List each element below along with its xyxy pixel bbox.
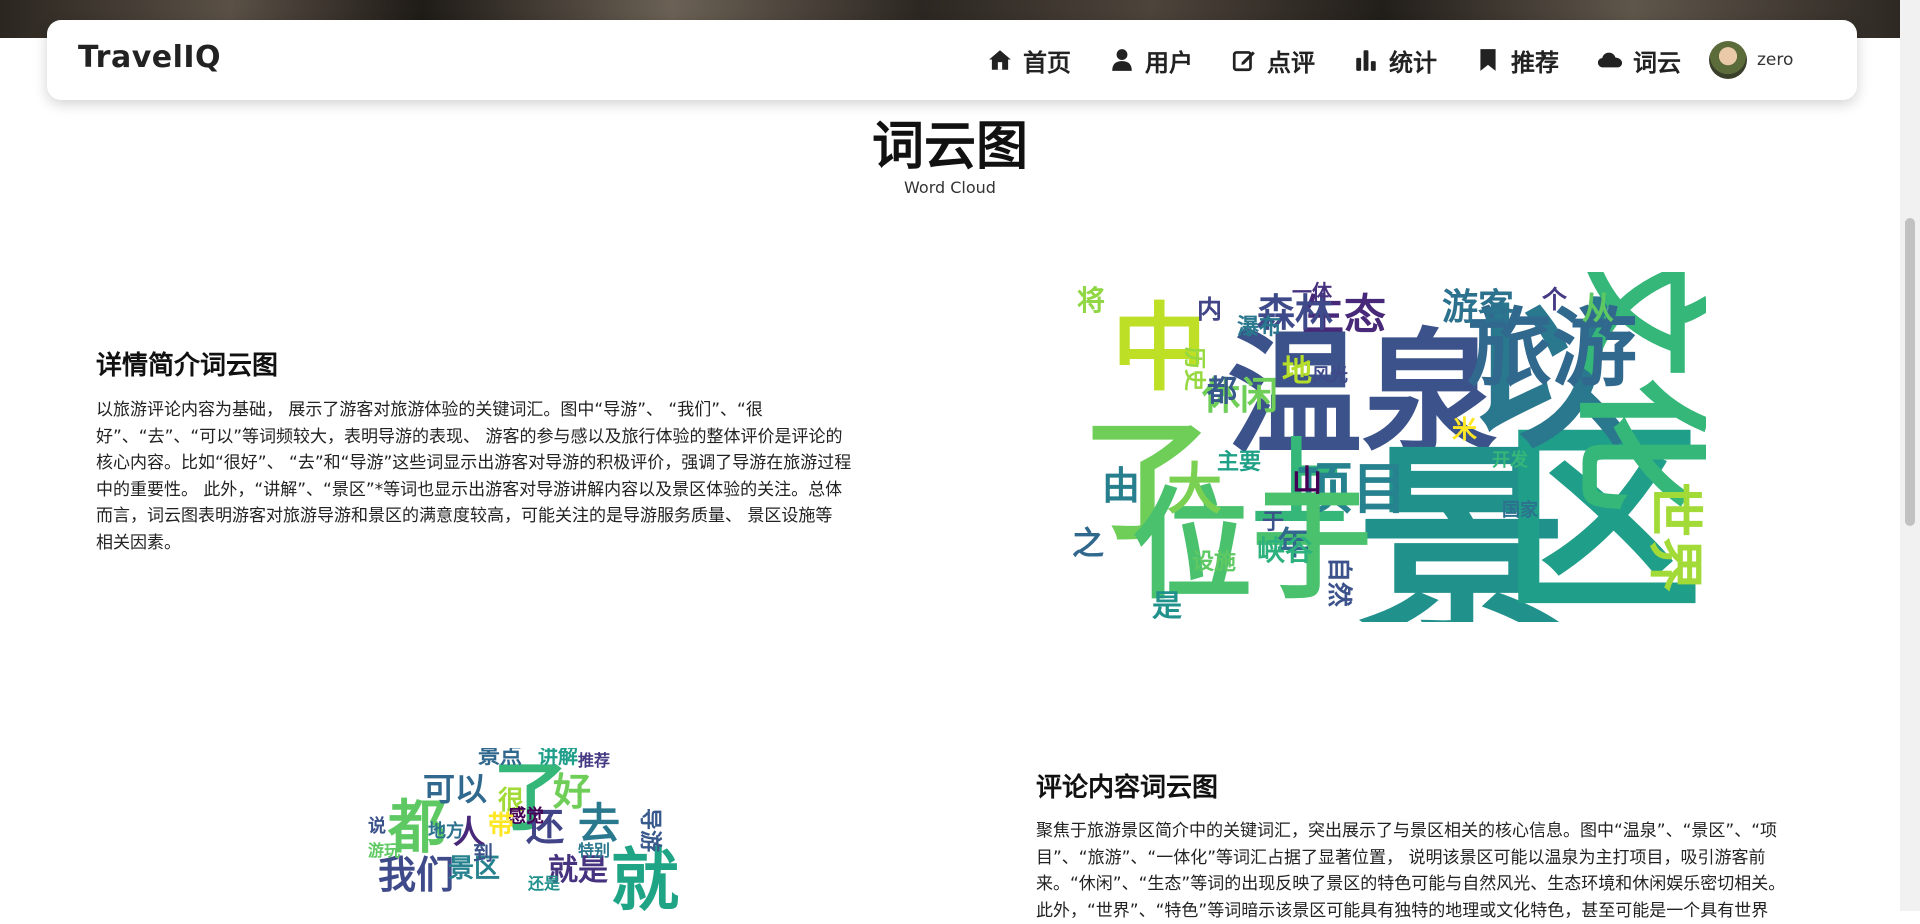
nav-item-label: 词云: [1633, 43, 1681, 78]
wordcloud-word: 从: [1582, 292, 1614, 324]
wordcloud-word: 特别: [578, 843, 610, 859]
wordcloud-word: 开发: [1492, 452, 1528, 470]
wordcloud-word: 都: [1207, 377, 1237, 407]
section-text-comments: 聚焦于旅游景区简介中的关键词汇，突出展示了与景区相关的核心信息。图中“温泉”、“…: [1036, 818, 1806, 924]
text-line: 中的重要性。 此外，“讲解”、“景区”*等词也显示出游客对导游讲解内容以及景区体…: [96, 477, 876, 504]
nav-item-recommend[interactable]: 推荐: [1475, 43, 1559, 78]
section-heading-details: 详情简介词云图: [96, 345, 278, 382]
text-line: 而言，词云图表明游客对旅游导游和景区的满意度较高，可能关注的是导游服务质量、 景…: [96, 503, 876, 530]
text-line: 相关因素。: [96, 530, 876, 557]
wordcloud-word: 自然: [1327, 557, 1352, 607]
wordcloud-word: 大: [1167, 462, 1222, 517]
nav-item-home[interactable]: 首页: [987, 43, 1071, 78]
wordcloud-word: 之: [1072, 527, 1104, 559]
text-line: 目”、“旅游”、“一体化”等词汇占据了显著位置， 说明该景区可能以温泉为主打项目…: [1036, 845, 1806, 872]
wordcloud-word: 游玩: [368, 843, 400, 859]
nav-menu: 首页 用户 点评 统计 推荐 词云 zero: [987, 20, 1793, 100]
wordcloud-word: 讲解: [538, 748, 578, 766]
edit-icon: [1231, 47, 1257, 73]
wordcloud-image-details: 温泉景区以文化中了上旅游项目位于大生态森林休闲游客都山年世界峡谷自然之由个从米内…: [1072, 272, 1706, 622]
chart-bar-icon: [1353, 47, 1379, 73]
nav-item-label: 统计: [1389, 43, 1437, 78]
wordcloud-word: 国家: [1502, 502, 1538, 520]
wordcloud-word: 瀑布: [1237, 317, 1281, 339]
wordcloud-word: 游客: [1442, 290, 1514, 326]
wordcloud-word: 去: [578, 803, 620, 845]
top-navbar: TravelIQ 首页 用户 点评 统计 推荐 词云 zero: [47, 20, 1857, 100]
wordcloud-word: 就: [611, 848, 679, 911]
wordcloud-word: 主要: [1217, 452, 1261, 474]
wordcloud-word: 米: [1452, 417, 1477, 442]
wordcloud-word: 峡谷: [1257, 537, 1313, 565]
wordcloud-word: 到: [473, 843, 493, 863]
wordcloud-word: 还是: [528, 876, 560, 892]
wordcloud-word: 是: [1152, 592, 1182, 622]
wordcloud-word: 风光: [1312, 367, 1348, 385]
text-line: 好”、“去”、“可以”等词频较大，表明导游的表现、 游客的参与感以及旅行体验的整…: [96, 424, 876, 451]
wordcloud-word: 一体: [1292, 282, 1332, 302]
section-heading-comments: 评论内容词云图: [1036, 767, 1218, 804]
wordcloud-word: 我们: [378, 856, 454, 894]
nav-item-label: 首页: [1023, 43, 1071, 78]
page-title: 词云图: [0, 104, 1900, 179]
section-text-details: 以旅游评论内容为基础， 展示了游客对旅游体验的关键词汇。图中“导游”、 “我们”…: [96, 397, 876, 556]
wordcloud-word: 地方: [428, 823, 464, 841]
wordcloud-word: 个: [1542, 287, 1567, 312]
wordcloud-word: 历史: [1182, 347, 1204, 391]
bookmark-icon: [1475, 47, 1501, 73]
wordcloud-word: 由: [1102, 467, 1140, 505]
brand-logo[interactable]: TravelIQ: [78, 40, 221, 75]
nav-item-label: 用户: [1145, 43, 1193, 78]
nav-item-statistics[interactable]: 统计: [1353, 43, 1437, 78]
wordcloud-word: 世界: [1647, 482, 1702, 592]
user-icon: [1109, 47, 1135, 73]
wordcloud-word: 山: [1292, 467, 1322, 497]
text-line: 核心内容。比如“很好”、 “去”和“导游”这些词显示出游客对导游的积极评价，强调…: [96, 450, 876, 477]
wordcloud-image-comments: 了就都我们可以好去还人景区就是景点讲解很到地方导游感觉游玩推荐特别带说还是: [368, 748, 703, 911]
wordcloud-word: 将: [1077, 287, 1105, 315]
wordcloud-word: 地: [1282, 357, 1312, 387]
wordcloud-word: 景点: [478, 748, 522, 768]
user-menu[interactable]: zero: [1709, 41, 1793, 79]
wordcloud-word: 带: [488, 813, 514, 839]
scrollbar-thumb[interactable]: [1905, 218, 1915, 526]
nav-item-label: 点评: [1267, 43, 1315, 78]
wordcloud-word: 设施: [1192, 552, 1236, 574]
avatar[interactable]: [1709, 41, 1747, 79]
text-line: 来。“休闲”、“生态”等词的出现反映了景区的特色可能与自然风光、生态环境和休闲娱…: [1036, 871, 1806, 898]
user-name: zero: [1757, 50, 1793, 70]
text-line: 聚焦于旅游景区简介中的关键词汇，突出展示了与景区相关的核心信息。图中“温泉”、“…: [1036, 818, 1806, 845]
text-line: 以旅游评论内容为基础， 展示了游客对旅游体验的关键词汇。图中“导游”、 “我们”…: [96, 397, 876, 424]
home-icon: [987, 47, 1013, 73]
nav-item-wordcloud[interactable]: 词云: [1597, 43, 1681, 78]
nav-item-users[interactable]: 用户: [1109, 43, 1193, 78]
nav-item-reviews[interactable]: 点评: [1231, 43, 1315, 78]
nav-item-label: 推荐: [1511, 43, 1559, 78]
wordcloud-word: 推荐: [578, 753, 610, 769]
wordcloud-word: 导游: [638, 808, 660, 852]
wordcloud-word: 说: [368, 818, 386, 836]
page-subtitle: Word Cloud: [0, 178, 1900, 197]
cloud-icon: [1597, 47, 1623, 73]
wordcloud-word: 内: [1197, 297, 1222, 322]
wordcloud-word: 可以: [423, 773, 487, 805]
wordcloud-word: 于: [1262, 512, 1284, 534]
